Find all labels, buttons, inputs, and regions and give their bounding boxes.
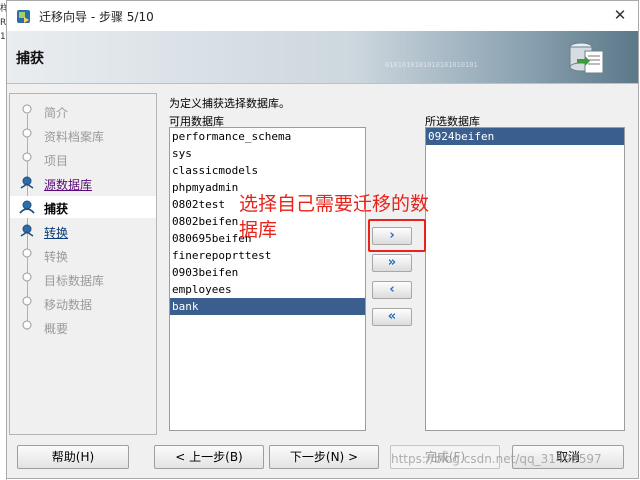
close-icon[interactable]: ✕ — [611, 6, 629, 24]
nav-step-label: 项目 — [44, 154, 69, 168]
watermark: https://blog.csdn.net/qq_31492597 — [391, 452, 602, 466]
migration-wizard-window: 迁移向导 - 步骤 5/10 ✕ 捕获 01010101010101010101… — [6, 0, 639, 479]
step-node-icon — [22, 320, 32, 330]
step-banner: 捕获 0101010101010101010101 — [7, 31, 638, 84]
nav-step-label: 目标数据库 — [44, 274, 105, 288]
nav-step-label: 移动数据 — [44, 298, 93, 312]
next-button[interactable]: 下一步(N) > — [269, 445, 379, 469]
step-node-icon — [22, 152, 32, 162]
step-description: 为定义捕获选择数据库。 — [169, 97, 290, 110]
back-button[interactable]: < 上一步(B) — [154, 445, 264, 469]
database-list-item[interactable]: finerepoprttest — [170, 247, 365, 264]
step-node-icon — [22, 296, 32, 306]
database-list-item[interactable]: bank — [170, 298, 365, 315]
step-node-icon — [19, 200, 35, 214]
nav-step-item[interactable]: 捕获 — [10, 196, 156, 218]
step-node-icon — [22, 104, 32, 114]
step-node-icon — [22, 248, 32, 258]
banner-decoration: 0101010101010101010101 — [385, 61, 478, 69]
window-title: 迁移向导 - 步骤 5/10 — [39, 10, 154, 24]
nav-step-item: 资料档案库 — [10, 124, 156, 146]
selected-databases-list[interactable]: 0924beifen — [425, 127, 625, 431]
app-icon — [17, 10, 30, 23]
available-databases-list[interactable]: performance_schema sys classicmodels phpmya… — [169, 127, 366, 431]
help-button[interactable]: 帮助(H) — [17, 445, 129, 469]
database-migration-icon — [569, 42, 604, 74]
step-node-icon — [20, 176, 34, 189]
nav-step-label: 简介 — [44, 106, 69, 120]
step-node-icon — [22, 272, 32, 282]
database-list-item[interactable]: classicmodels — [170, 162, 365, 179]
nav-step-label: 资料档案库 — [44, 130, 105, 144]
remove-all-button[interactable]: « — [372, 308, 412, 326]
nav-step-item: 移动数据 — [10, 292, 156, 314]
nav-step-item: 项目 — [10, 148, 156, 170]
nav-step-label: 转换 — [44, 250, 69, 264]
nav-step-item: 转换 — [10, 244, 156, 266]
step-node-icon — [22, 128, 32, 138]
remove-button[interactable]: ‹ — [372, 281, 412, 299]
nav-step-item[interactable]: 源数据库 — [10, 172, 156, 194]
database-list-item[interactable]: performance_schema — [170, 128, 365, 145]
step-node-icon — [20, 224, 34, 237]
nav-step-item: 目标数据库 — [10, 268, 156, 290]
nav-step-item: 概要 — [10, 316, 156, 338]
nav-step-item[interactable]: 转换 — [10, 220, 156, 242]
nav-step-label: 转换 — [44, 226, 69, 240]
step-title: 捕获 — [16, 51, 44, 67]
double-chevron-right-icon: » — [387, 255, 397, 270]
chevron-left-icon: ‹ — [389, 282, 395, 297]
add-all-button[interactable]: » — [372, 254, 412, 272]
database-list-item[interactable]: 0924beifen — [426, 128, 624, 145]
nav-step-item: 简介 — [10, 100, 156, 122]
nav-step-label: 源数据库 — [44, 178, 93, 192]
database-list-item[interactable]: 0903beifen — [170, 264, 365, 281]
wizard-step-navigator: 简介 资料档案库 项目 源数据库 捕获 转换 转换 目标数据库 移动数据 概要 — [9, 93, 157, 435]
database-list-item[interactable]: sys — [170, 145, 365, 162]
nav-step-label: 捕获 — [44, 202, 69, 216]
nav-step-label: 概要 — [44, 322, 69, 336]
annotation-text: 选择自己需要迁移的数据库 — [239, 193, 430, 241]
double-chevron-left-icon: « — [387, 309, 397, 324]
title-bar[interactable]: 迁移向导 - 步骤 5/10 ✕ — [7, 1, 638, 31]
database-list-item[interactable]: employees — [170, 281, 365, 298]
